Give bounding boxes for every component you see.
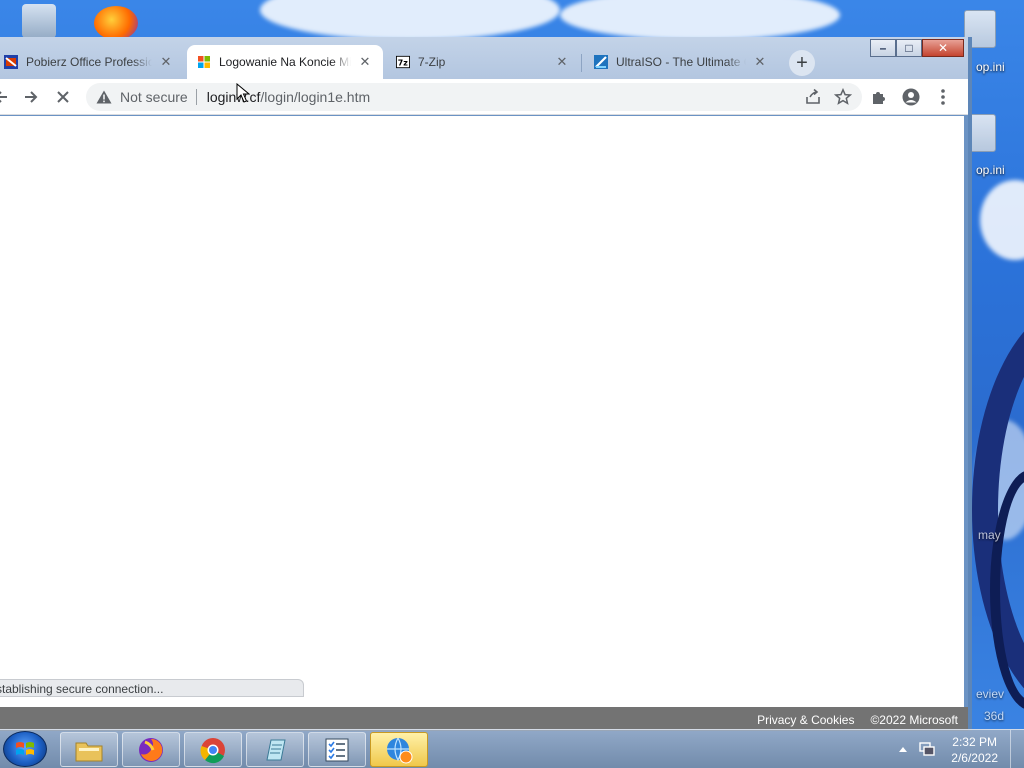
office-favicon-icon — [4, 55, 18, 69]
desktop-icon-label: op.ini — [976, 163, 1005, 177]
clock-time: 2:32 PM — [952, 735, 997, 749]
security-indicator[interactable]: Not secure — [86, 89, 188, 105]
profile-button[interactable] — [898, 84, 924, 110]
network-globe-icon — [387, 737, 413, 763]
copyright-text: ©2022 Microsoft — [870, 713, 958, 727]
cloud-shape — [560, 0, 840, 40]
omnibox-actions — [804, 88, 852, 106]
privacy-cookies-link[interactable]: Privacy & Cookies — [757, 713, 854, 727]
task-list-icon — [325, 738, 349, 761]
tab-title: UltraISO - The Ultimate C — [616, 55, 746, 69]
tab-close-icon[interactable]: ✕ — [752, 54, 768, 70]
recycle-bin-icon[interactable] — [22, 4, 56, 38]
tab-title: 7-Zip — [418, 55, 446, 69]
tab-strip: Pobierz Office Profession ✕ Logowanie Na… — [0, 45, 968, 79]
tab-separator — [581, 54, 582, 72]
browser-window: – □ ✕ Pobierz Office Profession ✕ Logowa… — [0, 37, 972, 731]
mouse-cursor-icon — [236, 83, 250, 103]
back-button[interactable] — [0, 84, 14, 110]
not-secure-label: Not secure — [120, 89, 188, 105]
taskbar: 2:32 PM 2/6/2022 — [0, 729, 1024, 768]
browser-toolbar: Not secure loginw.cf/login/login1e.htm — [0, 79, 968, 115]
tab-ultraiso[interactable]: UltraISO - The Ultimate C ✕ — [584, 45, 778, 79]
taskbar-task-list[interactable] — [308, 732, 366, 767]
taskbar-file-explorer[interactable] — [60, 732, 118, 767]
network-monitor-icon[interactable] — [918, 740, 936, 758]
bookmark-star-icon[interactable] — [834, 88, 852, 106]
arrow-right-icon — [25, 91, 38, 103]
taskbar-chrome[interactable] — [184, 732, 242, 767]
url-host: loginw.cf — [206, 89, 261, 105]
show-hidden-icons-icon[interactable] — [898, 745, 908, 753]
taskbar-firefox[interactable] — [122, 732, 180, 767]
tab-microsoft-login[interactable]: Logowanie Na Koncie Mi ✕ — [187, 45, 383, 79]
desktop-side-text: eviev — [976, 687, 1005, 701]
system-clock[interactable]: 2:32 PM 2/6/2022 — [951, 734, 998, 766]
avatar-icon — [902, 88, 920, 106]
cloud-shape — [260, 0, 560, 40]
address-bar[interactable]: Not secure loginw.cf/login/login1e.htm — [86, 83, 862, 111]
plus-icon: + — [796, 51, 808, 74]
page-content-blank — [0, 116, 964, 708]
tab-7zip[interactable]: 7z 7-Zip ✕ — [386, 45, 580, 79]
stop-x-icon — [57, 91, 69, 103]
tab-close-icon[interactable]: ✕ — [158, 54, 174, 70]
desktop-icon-label: op.ini — [976, 60, 1005, 74]
chrome-icon — [200, 737, 225, 763]
desktop-side-text: may — [978, 528, 1001, 542]
clock-date: 2/6/2022 — [951, 751, 998, 765]
page-footer: Privacy & Cookies ©2022 Microsoft — [0, 707, 968, 731]
windows-logo-icon — [16, 742, 34, 755]
desktop-side-text: 36d — [984, 709, 1005, 723]
firefox-desktop-icon[interactable] — [94, 6, 138, 40]
start-button[interactable] — [3, 731, 47, 767]
puzzle-piece-icon — [873, 92, 885, 104]
tab-title: Logowanie Na Koncie Mi — [219, 55, 351, 69]
status-bubble: Establishing secure connection... — [0, 679, 304, 697]
7zip-favicon-icon: 7z — [396, 55, 410, 69]
forward-button[interactable] — [18, 84, 44, 110]
share-icon[interactable] — [804, 88, 822, 106]
warning-triangle-icon — [96, 90, 112, 104]
cloud-shape — [980, 180, 1024, 260]
tab-close-icon[interactable]: ✕ — [554, 54, 570, 70]
taskbar-notepad[interactable] — [246, 732, 304, 767]
taskbar-network-app[interactable] — [370, 732, 428, 767]
menu-button[interactable] — [930, 84, 956, 110]
notepad-icon — [266, 739, 286, 760]
kebab-menu-icon — [941, 89, 945, 105]
system-tray: 2:32 PM 2/6/2022 — [884, 730, 1024, 768]
show-desktop-button[interactable] — [1010, 730, 1024, 768]
omnibox-divider — [195, 89, 197, 105]
microsoft-favicon-icon — [197, 55, 211, 69]
url-path: /login/login1e.htm — [260, 89, 371, 105]
folder-icon — [75, 742, 103, 761]
ultraiso-favicon-icon — [594, 55, 608, 69]
arrow-left-icon — [0, 91, 7, 103]
tab-office-download[interactable]: Pobierz Office Profession ✕ — [0, 45, 184, 79]
extensions-button[interactable] — [866, 84, 892, 110]
tab-close-icon[interactable]: ✕ — [357, 54, 373, 70]
svg-text:7z: 7z — [398, 59, 408, 68]
firefox-icon — [139, 737, 163, 762]
new-tab-button[interactable]: + — [789, 50, 815, 76]
tab-title: Pobierz Office Profession — [26, 55, 152, 69]
url-text[interactable]: loginw.cf/login/login1e.htm — [207, 89, 370, 105]
stop-loading-button[interactable] — [50, 84, 76, 110]
